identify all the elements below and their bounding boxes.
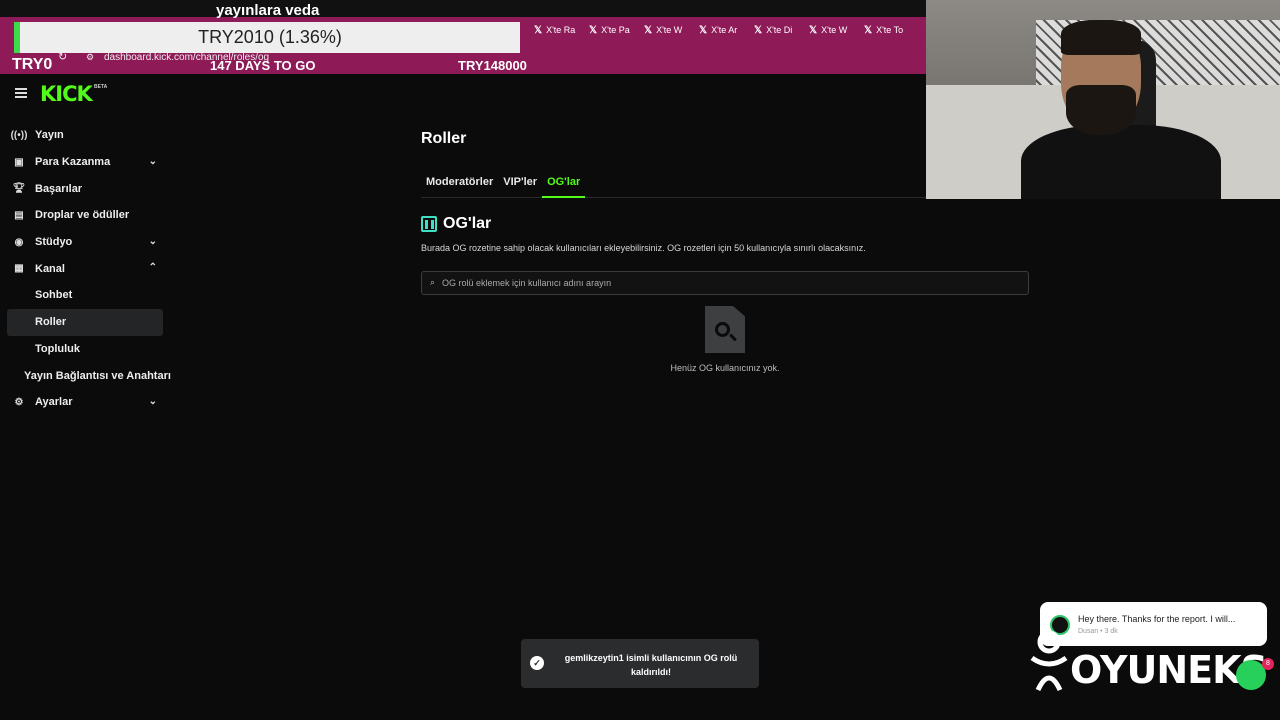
brand-figure-icon: [1030, 630, 1068, 692]
gear-icon: ⚙: [14, 396, 24, 408]
og-badge-icon: [421, 216, 437, 232]
tab-label: X'te W: [821, 25, 848, 35]
tab-label: X'te To: [876, 25, 904, 35]
browser-tab[interactable]: 𝕏 X'te W: [640, 22, 695, 38]
empty-state-text: Henüz OG kullanıcınız yok.: [670, 363, 780, 373]
user-search-input[interactable]: [442, 275, 1002, 291]
user-search-box: ⌕: [421, 271, 1029, 295]
chat-launcher-icon[interactable]: 8: [1236, 658, 1274, 690]
sidebar-item-label: Stüdyo: [35, 236, 73, 249]
browser-tab[interactable]: 𝕏 X'te W: [805, 22, 860, 38]
sidebar-item-yayin[interactable]: ((•)) Yayın: [7, 122, 163, 149]
sidebar-item-sohbet[interactable]: Sohbet: [7, 282, 163, 309]
browser-tab[interactable]: 𝕏 X'te Ra: [530, 22, 585, 38]
unread-badge: 8: [1262, 658, 1274, 670]
gift-icon: ▤: [14, 209, 24, 221]
tab-moderators[interactable]: Moderatörler: [421, 170, 498, 198]
goal-target: TRY148000: [458, 58, 527, 73]
chat-notification[interactable]: Hey there. Thanks for the report. I will…: [1040, 602, 1267, 646]
section-title: OG'lar: [443, 215, 492, 232]
sidebar-item-basarilar[interactable]: 🏆︎ Başarılar: [7, 175, 163, 202]
sidebar-item-label: Yayın: [35, 129, 64, 142]
wallet-icon: ▣: [14, 156, 24, 168]
beta-badge: BETA: [94, 84, 108, 90]
overlay-top-band: [0, 0, 926, 17]
x-logo-icon: 𝕏: [754, 24, 763, 36]
x-logo-icon: 𝕏: [809, 24, 818, 36]
sidebar-item-label: Başarılar: [35, 182, 83, 195]
sidebar-item-roller[interactable]: Roller: [7, 308, 163, 336]
kick-logo[interactable]: KICK: [40, 82, 93, 106]
search-icon: ⌕: [430, 277, 436, 287]
goal-current: TRY2010 (1.36%): [198, 27, 342, 47]
empty-state-document-icon: [705, 306, 745, 353]
toast-text: gemlikzeytin1 isimli kullanıcının OG rol…: [564, 653, 738, 677]
streamer: [1021, 15, 1221, 199]
x-logo-icon: 𝕏: [589, 24, 598, 36]
banner-text: yayınlara veda: [216, 2, 320, 19]
tab-ogs[interactable]: OG'lar: [542, 170, 586, 198]
sidebar-item-label: Topluluk: [35, 342, 81, 355]
section-description: Burada OG rozetine sahip olacak kullanıc…: [421, 243, 866, 253]
x-logo-icon: 𝕏: [534, 24, 543, 36]
goal-start: TRY0: [12, 56, 53, 73]
webcam-feed: [926, 0, 1280, 199]
x-logo-icon: 𝕏: [864, 24, 873, 36]
chevron-up-icon: ⌃: [148, 262, 157, 274]
page-title: Roller: [421, 130, 467, 147]
check-circle-icon: ✓: [530, 656, 544, 670]
x-logo-icon: 𝕏: [644, 24, 653, 36]
sidebar-item-topluluk[interactable]: Topluluk: [7, 336, 163, 363]
browser-tab[interactable]: 𝕏 X'te Di: [750, 22, 805, 38]
chat-meta: Dusan • 3 dk: [1078, 628, 1118, 635]
tab-vips[interactable]: VIP'ler: [498, 170, 542, 198]
tab-label: X'te Ar: [711, 25, 738, 35]
chevron-down-icon: ⌄: [148, 235, 157, 247]
channel-icon: ▦: [14, 263, 24, 275]
sidebar-item-label: Sohbet: [35, 289, 73, 302]
toast-notification: ✓ gemlikzeytin1 isimli kullanıcının OG r…: [521, 639, 759, 688]
chevron-down-icon: ⌄: [148, 395, 157, 407]
sidebar-item-studyo[interactable]: ◉ Stüdyo ⌄: [7, 229, 163, 256]
sidebar-item-label: Kanal: [35, 262, 65, 275]
browser-tab[interactable]: 𝕏 X'te To: [860, 22, 915, 38]
chat-message: Hey there. Thanks for the report. I will…: [1078, 614, 1236, 624]
sidebar-item-label: Roller: [35, 316, 67, 329]
sidebar-item-ayarlar[interactable]: ⚙ Ayarlar ⌄: [7, 389, 163, 416]
broadcast-icon: ((•)): [10, 129, 28, 141]
trophy-icon: 🏆︎: [12, 183, 26, 195]
sidebar-item-label: Para Kazanma: [35, 156, 111, 169]
chevron-down-icon: ⌄: [148, 155, 157, 167]
magnifier-icon: [715, 322, 730, 337]
tab-label: X'te W: [656, 25, 683, 35]
x-logo-icon: 𝕏: [699, 24, 708, 36]
tab-label: X'te Ra: [546, 25, 576, 35]
hamburger-menu-icon[interactable]: [15, 88, 27, 98]
goal-days: 147 DAYS TO GO: [210, 58, 316, 73]
sidebar-item-para-kazanma[interactable]: ▣ Para Kazanma ⌄: [7, 149, 163, 176]
roles-tabs: Moderatörler VIP'ler OG'lar: [421, 170, 926, 198]
browser-tabs: 𝕏 X'te Ra 𝕏 X'te Pa 𝕏 X'te W 𝕏 X'te Ar 𝕏 X'te…: [530, 22, 915, 38]
browser-tab[interactable]: 𝕏 X'te Pa: [585, 22, 640, 38]
browser-tab[interactable]: 𝕏 X'te Ar: [695, 22, 750, 38]
refresh-icon[interactable]: ↻: [58, 50, 67, 63]
sidebar-item-droplar[interactable]: ▤ Droplar ve ödüller: [7, 202, 163, 229]
sidebar-item-label: Ayarlar: [35, 396, 73, 409]
site-settings-icon[interactable]: ⚙: [86, 52, 94, 63]
donation-goal-bar: TRY2010 (1.36%): [14, 22, 520, 53]
sidebar-item-kanal[interactable]: ▦ Kanal ⌃: [7, 255, 163, 282]
studio-icon: ◉: [14, 236, 24, 248]
tab-label: X'te Pa: [601, 25, 630, 35]
tab-label: X'te Di: [766, 25, 793, 35]
sidebar-item-label: Droplar ve ödüller: [35, 209, 130, 222]
